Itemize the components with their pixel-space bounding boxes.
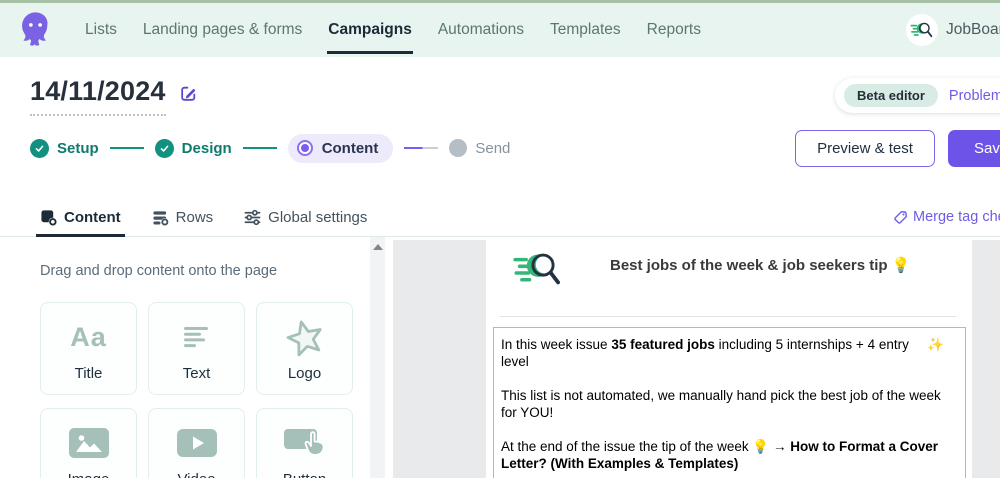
main-nav: Lists Landing pages & forms Campaigns Au…: [72, 3, 714, 57]
email-paragraph: This list is not automated, we manually …: [501, 388, 941, 420]
selected-text-block[interactable]: ✨ In this week issue 35 featured jobs inc…: [493, 327, 966, 478]
beta-editor-card: Beta editor Problems o: [835, 78, 1000, 113]
campaign-title-row: 14/11/2024: [30, 76, 198, 116]
block-card-button[interactable]: Button: [256, 408, 353, 478]
panel-scrollbar[interactable]: [370, 237, 385, 478]
tab-rows[interactable]: Rows: [152, 198, 214, 236]
block-label: Button: [283, 471, 326, 478]
nav-item-campaigns[interactable]: Campaigns: [315, 3, 425, 57]
block-card-title[interactable]: Aa Title: [40, 302, 137, 395]
content-blocks-panel: Drag and drop content onto the page Aa T…: [0, 237, 370, 478]
title-aa-icon: Aa: [70, 321, 107, 352]
nav-item-lists[interactable]: Lists: [72, 3, 130, 57]
content-block-icon: [41, 209, 57, 226]
tab-content[interactable]: Content: [36, 198, 125, 237]
step-label: Setup: [57, 139, 99, 157]
block-label: Image: [68, 471, 110, 478]
tab-global-settings[interactable]: Global settings: [244, 198, 367, 236]
step-send[interactable]: Send: [449, 139, 510, 157]
nav-item-templates[interactable]: Templates: [537, 3, 634, 57]
tab-label: Content: [64, 208, 121, 226]
step-label: Design: [181, 139, 232, 157]
step-design[interactable]: Design: [154, 138, 232, 158]
beta-editor-badge: Beta editor: [844, 84, 938, 107]
block-label: Logo: [287, 365, 322, 382]
block-card-video[interactable]: Video: [148, 408, 245, 478]
block-card-text[interactable]: Text: [148, 302, 245, 395]
nav-item-automations[interactable]: Automations: [425, 3, 537, 57]
block-label: Video: [177, 471, 215, 478]
step-upcoming-circle-icon: [449, 139, 468, 157]
button-click-icon: [283, 429, 324, 456]
starfish-logo-icon: [286, 320, 322, 357]
blocks-grid: Aa Title Text Logo: [40, 302, 354, 478]
drag-drop-hint: Drag and drop content onto the page: [40, 263, 278, 279]
step-connector: [109, 147, 144, 149]
image-icon: [68, 428, 109, 458]
sparkles-emoji: ✨: [927, 337, 944, 352]
step-content-active[interactable]: Content: [287, 133, 394, 163]
block-label: Title: [74, 365, 103, 382]
email-canvas-area: Best jobs of the week & job seekers tip …: [385, 237, 1000, 478]
step-done-check-icon: [30, 138, 49, 158]
email-header-title[interactable]: Best jobs of the week & job seekers tip …: [610, 256, 910, 274]
jobboardsearch-logo-icon: [513, 253, 561, 285]
email-divider: [500, 316, 956, 317]
step-connector: [404, 147, 439, 149]
tab-label: Rows: [175, 208, 214, 226]
scroll-up-arrow-icon[interactable]: [372, 244, 383, 250]
problems-feedback-link[interactable]: Problems o: [949, 88, 1000, 104]
merge-tag-link[interactable]: Merge tag che: [893, 198, 1000, 236]
editor-content-region: Drag and drop content onto the page Aa T…: [0, 237, 1000, 478]
campaign-title[interactable]: 14/11/2024: [30, 76, 166, 116]
step-connector: [242, 147, 277, 149]
save-button[interactable]: Sav: [948, 130, 1000, 167]
block-card-image[interactable]: Image: [40, 408, 137, 478]
email-preview-card[interactable]: Best jobs of the week & job seekers tip …: [486, 240, 972, 478]
account-name: JobBoard: [946, 21, 1000, 38]
nav-item-landing-pages[interactable]: Landing pages & forms: [130, 3, 315, 57]
rows-icon: [153, 210, 169, 226]
email-paragraph: At the end of the issue the tip of the w…: [501, 439, 939, 471]
step-radio-icon: [296, 140, 313, 156]
block-label: Text: [182, 365, 211, 382]
step-setup[interactable]: Setup: [30, 138, 99, 158]
video-play-icon: [176, 429, 217, 457]
editor-tabbar: Content Rows Global settings Merge tag c…: [0, 198, 1000, 237]
emailoctopus-logo-icon[interactable]: [17, 10, 54, 50]
nav-item-reports[interactable]: Reports: [634, 3, 714, 57]
tag-icon: [894, 210, 908, 224]
edit-title-icon[interactable]: [179, 84, 198, 103]
text-lines-icon: [183, 326, 208, 347]
account-menu[interactable]: JobBoard: [906, 3, 1000, 57]
canvas-background: Best jobs of the week & job seekers tip …: [393, 240, 1000, 478]
top-navbar: Lists Landing pages & forms Campaigns Au…: [0, 0, 1000, 57]
preview-test-button[interactable]: Preview & test: [795, 130, 935, 167]
account-avatar: [906, 14, 938, 46]
merge-tag-link-label: Merge tag che: [913, 209, 1000, 225]
sliders-icon: [244, 209, 261, 225]
step-label: Content: [321, 139, 379, 157]
jobboardsearch-logo-icon: [910, 22, 933, 38]
step-done-check-icon: [154, 138, 174, 158]
campaign-steps: Setup Design Content Send: [30, 132, 510, 164]
step-label: Send: [475, 139, 511, 157]
email-paragraph: ✨ In this week issue 35 featured jobs inc…: [501, 337, 944, 369]
tab-label: Global settings: [268, 208, 368, 226]
block-card-logo[interactable]: Logo: [256, 302, 353, 395]
